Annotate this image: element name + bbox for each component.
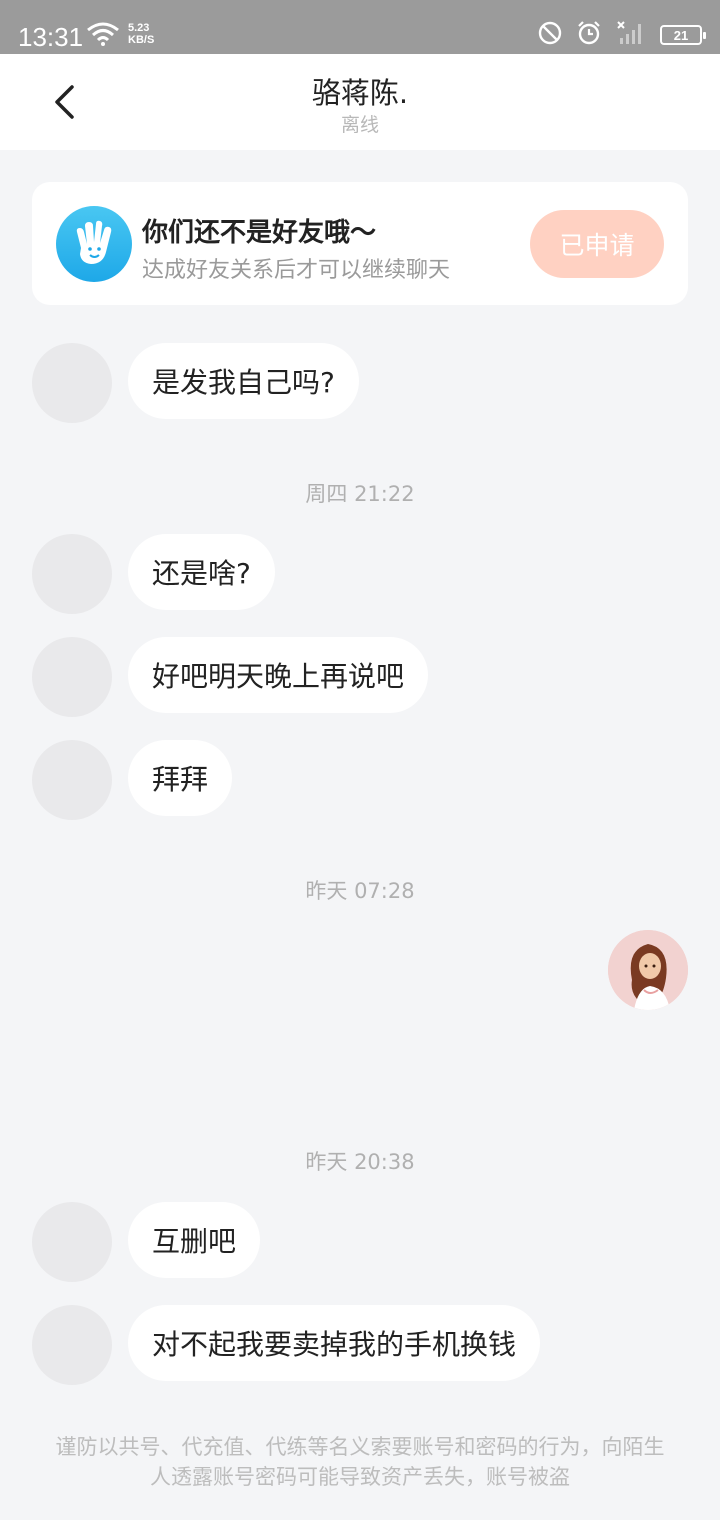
self-avatar[interactable] — [608, 930, 688, 1010]
message-bubble[interactable]: 互删吧 — [128, 1202, 261, 1278]
battery-icon: 21 — [660, 25, 706, 45]
message-bubble[interactable]: 拜拜 — [128, 740, 233, 816]
net-speed-value: 5.23 — [128, 22, 150, 34]
notice-subtitle: 达成好友关系后才可以继续聊天 — [142, 258, 451, 283]
contact-avatar[interactable] — [32, 637, 112, 717]
contact-avatar[interactable] — [32, 343, 112, 423]
status-time: 13:31 — [18, 22, 84, 52]
applied-button[interactable]: 已申请 — [530, 210, 664, 278]
contact-avatar[interactable] — [32, 740, 112, 820]
status-bar: 13:31 5.23 KB/S 21 — [0, 0, 720, 54]
net-speed-unit: KB/S — [128, 34, 155, 46]
alarm-icon — [576, 20, 602, 50]
signal-icon — [616, 20, 646, 50]
wave-hand-icon — [56, 206, 132, 282]
message-bubble[interactable]: 对不起我要卖掉我的手机换钱 — [128, 1305, 541, 1381]
wifi-icon — [86, 22, 120, 50]
chat-title: 骆蒋陈. — [311, 76, 409, 110]
timestamp: 昨天 20:38 — [305, 1150, 415, 1174]
net-speed: 5.23 KB/S — [128, 22, 154, 46]
message-bubble[interactable]: 好吧明天晚上再说吧 — [128, 637, 429, 713]
chat-header: 骆蒋陈. 离线 — [0, 54, 720, 150]
friend-notice-card: 你们还不是好友哦～ 达成好友关系后才可以继续聊天 已申请 — [32, 182, 688, 305]
contact-avatar[interactable] — [32, 534, 112, 614]
do-not-disturb-icon — [538, 21, 562, 49]
online-status: 离线 — [340, 114, 379, 136]
timestamp: 昨天 07:28 — [305, 879, 415, 903]
contact-avatar[interactable] — [32, 1305, 112, 1385]
message-bubble[interactable]: 还是啥? — [128, 534, 275, 610]
security-warning: 谨防以共号、代充值、代练等名义索要账号和密码的行为，向陌生人透露账号密码可能导致… — [55, 1435, 665, 1489]
timestamp: 周四 21:22 — [305, 482, 415, 506]
notice-title: 你们还不是好友哦～ — [142, 218, 377, 248]
message-bubble[interactable]: 是发我自己吗? — [128, 343, 359, 419]
contact-avatar[interactable] — [32, 1202, 112, 1282]
battery-level: 21 — [673, 27, 689, 43]
